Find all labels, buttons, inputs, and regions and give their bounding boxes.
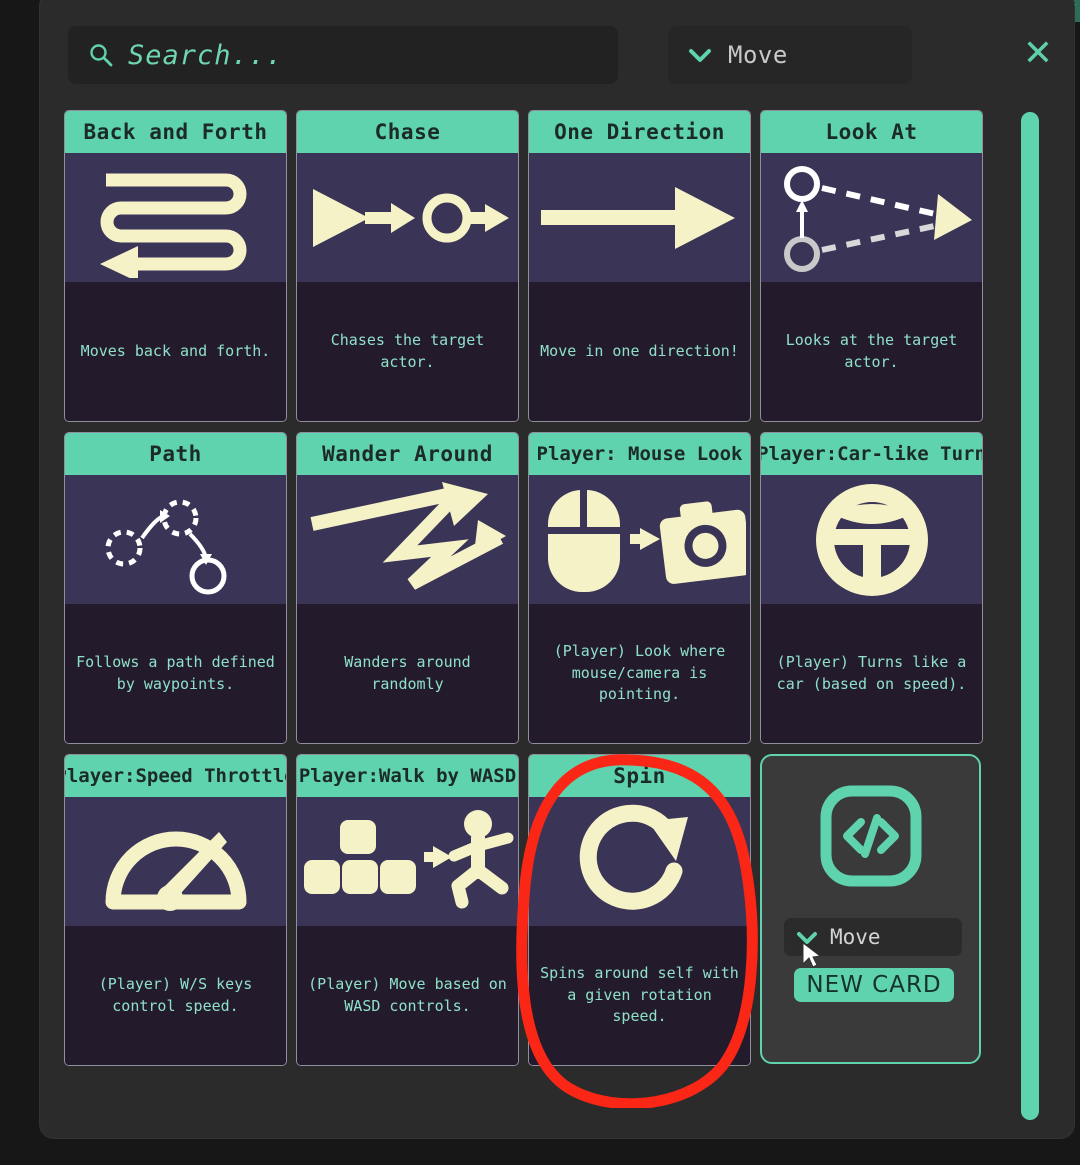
card-title: Player: Mouse Look <box>529 433 750 475</box>
card-art <box>65 153 286 282</box>
card-art <box>761 475 982 604</box>
speedometer-icon <box>105 831 246 911</box>
card-description: (Player) Move based on WASD controls. <box>297 926 518 1065</box>
card-art <box>529 797 750 926</box>
card-spin[interactable]: Spin Spins around self with a given rota… <box>528 754 751 1066</box>
card-back-and-forth[interactable]: Back and Forth Moves back and forth. <box>64 110 287 422</box>
card-art <box>297 475 518 604</box>
card-art <box>761 153 982 282</box>
close-icon: ✕ <box>1022 33 1054 74</box>
screen: Search... Move ✕ Back and Forth Moves ba… <box>0 0 1080 1165</box>
scrollbar-thumb[interactable] <box>1021 112 1039 1120</box>
card-player-car-like-turn[interactable]: Player:Car-like Turn (Player) Turns like… <box>760 432 983 744</box>
card-description: Follows a path defined by waypoints. <box>65 604 286 743</box>
circular-arrow-icon <box>579 804 688 910</box>
card-title: Player:Walk by WASD <box>297 755 518 797</box>
card-chase[interactable]: Chase Chases the target actor. <box>296 110 519 422</box>
zigzag-arrow-icon <box>310 481 506 590</box>
mouse-cursor-icon <box>802 941 822 970</box>
card-one-direction[interactable]: One Direction Move in one direction! <box>528 110 751 422</box>
card-player-walk-by-wasd[interactable]: Player:Walk by WASD (Player) Move based … <box>296 754 519 1066</box>
card-description: Move in one direction! <box>529 282 750 421</box>
card-description: Wanders around randomly <box>297 604 518 743</box>
card-description: Chases the target actor. <box>297 282 518 421</box>
wasd-keys-runner-icon <box>303 809 513 908</box>
steering-wheel-icon <box>815 483 928 596</box>
card-path[interactable]: Path Follows a path defined by waypoints… <box>64 432 287 744</box>
card-player-speed-throttle[interactable]: Player:Speed Throttle (Player) W/S keys … <box>64 754 287 1066</box>
modal-header: Search... Move ✕ <box>68 26 1053 86</box>
card-description: (Player) Look where mouse/camera is poin… <box>529 604 750 743</box>
card-art <box>65 475 286 604</box>
card-description: Spins around self with a given rotation … <box>529 926 750 1065</box>
look-at-icon <box>783 165 972 272</box>
card-title: One Direction <box>529 111 750 153</box>
card-grid: Back and Forth Moves back and forth. Cha… <box>64 110 1008 1066</box>
right-arrow-icon <box>540 186 735 249</box>
card-title: Player:Car-like Turn <box>761 433 982 475</box>
chevron-down-icon <box>688 47 712 63</box>
mouse-camera-icon <box>547 489 746 592</box>
card-description: (Player) Turns like a car (based on spee… <box>761 604 982 743</box>
serpentine-arrow-icon <box>99 173 246 278</box>
chase-arrow-icon <box>312 188 509 247</box>
search-placeholder-text: Search... <box>128 39 284 71</box>
card-title: Spin <box>529 755 750 797</box>
card-player-mouse-look[interactable]: Player: Mouse Look (Player) Look where m… <box>528 432 751 744</box>
new-card-button-label: NEW CARD <box>806 972 942 998</box>
search-input[interactable]: Search... <box>68 26 618 84</box>
card-title: Player:Speed Throttle <box>65 755 286 797</box>
card-art <box>297 797 518 926</box>
card-title: Path <box>65 433 286 475</box>
card-wander-around[interactable]: Wander Around Wanders around randomly <box>296 432 519 744</box>
new-card-category-label: Move <box>830 925 881 949</box>
close-button[interactable]: ✕ <box>1018 34 1058 74</box>
card-picker-modal: Search... Move ✕ Back and Forth Moves ba… <box>40 0 1074 1138</box>
card-description: Moves back and forth. <box>65 282 286 421</box>
card-description: (Player) W/S keys control speed. <box>65 926 286 1065</box>
card-title: Look At <box>761 111 982 153</box>
category-dropdown[interactable]: Move <box>668 26 912 84</box>
search-icon <box>88 42 114 68</box>
category-dropdown-label: Move <box>728 41 788 69</box>
new-card-button[interactable]: NEW CARD <box>794 968 954 1002</box>
code-brackets-icon <box>819 784 923 892</box>
new-card-panel[interactable]: Move NEW CARD <box>760 754 981 1064</box>
card-title: Back and Forth <box>65 111 286 153</box>
waypoint-path-icon <box>105 499 226 594</box>
card-art <box>529 153 750 282</box>
card-title: Wander Around <box>297 433 518 475</box>
card-art <box>529 475 750 604</box>
card-description: Looks at the target actor. <box>761 282 982 421</box>
card-title: Chase <box>297 111 518 153</box>
card-art <box>297 153 518 282</box>
card-art <box>65 797 286 926</box>
card-look-at[interactable]: Look At Looks at the target actor. <box>760 110 983 422</box>
